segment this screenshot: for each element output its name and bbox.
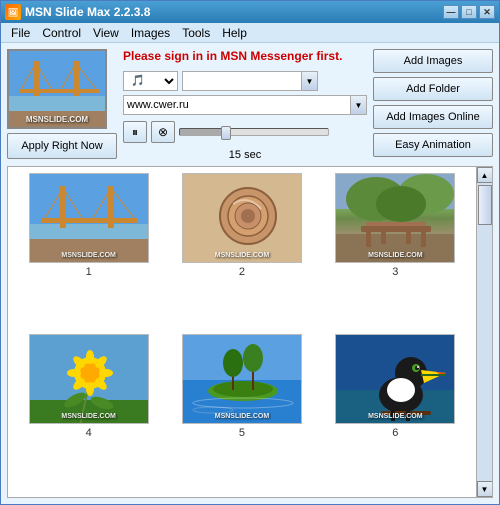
title-controls: — □ ✕ [443, 5, 495, 19]
title-bar-left: 🖼 MSN Slide Max 2.2.3.8 [5, 4, 150, 20]
middle-panel: Please sign in in MSN Messenger first. 🎵… [123, 49, 367, 161]
app-icon: 🖼 [5, 4, 21, 20]
menu-images[interactable]: Images [125, 24, 176, 42]
list-item[interactable]: MSNSLIDE.COM 5 [167, 334, 316, 491]
preview-label: MSNSLIDE.COM [9, 115, 105, 124]
status-dropdown-arrow[interactable]: ▼ [302, 71, 318, 91]
window-title: MSN Slide Max 2.2.3.8 [25, 5, 150, 19]
menu-tools[interactable]: Tools [176, 24, 216, 42]
island-svg [183, 335, 302, 424]
status-input[interactable] [182, 71, 302, 91]
thumb-label-3: MSNSLIDE.COM [336, 252, 454, 259]
main-window: 🖼 MSN Slide Max 2.2.3.8 — □ ✕ File Contr… [0, 0, 500, 505]
image-number-1: 1 [86, 266, 92, 278]
pause-button[interactable]: ⏸ [123, 121, 147, 143]
title-bar: 🖼 MSN Slide Max 2.2.3.8 — □ ✕ [1, 1, 499, 23]
left-panel: MSNSLIDE.COM Apply Right Now [7, 49, 117, 161]
apply-right-now-button[interactable]: Apply Right Now [7, 133, 117, 159]
dandelion-svg [30, 335, 149, 424]
thumbnail-6[interactable]: MSNSLIDE.COM [335, 334, 455, 424]
menu-help[interactable]: Help [216, 24, 253, 42]
image-grid: MSNSLIDE.COM 1 [8, 167, 476, 497]
snail-svg [183, 174, 302, 263]
maximize-button[interactable]: □ [461, 5, 477, 19]
image-number-3: 3 [392, 266, 398, 278]
sign-in-message: Please sign in in MSN Messenger first. [123, 49, 367, 63]
bench-svg [336, 174, 455, 263]
thumb-label-5: MSNSLIDE.COM [183, 413, 301, 420]
thumbnail-5[interactable]: MSNSLIDE.COM [182, 334, 302, 424]
add-images-online-button[interactable]: Add Images Online [373, 105, 493, 129]
add-images-button[interactable]: Add Images [373, 49, 493, 73]
duration-label: 15 sec [123, 149, 367, 161]
image-number-5: 5 [239, 427, 245, 439]
bridge-thumb-svg [30, 174, 149, 263]
scroll-down-button[interactable]: ▼ [477, 481, 493, 497]
duration-slider-track[interactable] [179, 128, 329, 136]
url-dropdown-arrow[interactable]: ▼ [351, 95, 367, 115]
slider-container [179, 128, 329, 136]
menu-view[interactable]: View [87, 24, 125, 42]
add-folder-button[interactable]: Add Folder [373, 77, 493, 101]
menu-control[interactable]: Control [36, 24, 87, 42]
image-number-6: 6 [392, 427, 398, 439]
thumbnail-3[interactable]: MSNSLIDE.COM [335, 173, 455, 263]
url-input[interactable] [123, 95, 351, 115]
scroll-up-button[interactable]: ▲ [477, 167, 493, 183]
thumb-label-1: MSNSLIDE.COM [30, 252, 148, 259]
main-content: MSNSLIDE.COM Apply Right Now Please sign… [1, 43, 499, 504]
toucan-svg [336, 335, 455, 424]
list-item[interactable]: MSNSLIDE.COM 3 [321, 173, 470, 330]
thumbnail-1[interactable]: MSNSLIDE.COM [29, 173, 149, 263]
thumbnail-4[interactable]: MSNSLIDE.COM [29, 334, 149, 424]
duration-slider-thumb[interactable] [221, 126, 231, 140]
list-item[interactable]: MSNSLIDE.COM 1 [14, 173, 163, 330]
image-number-4: 4 [86, 427, 92, 439]
scroll-track[interactable] [477, 183, 492, 481]
close-button[interactable]: ✕ [479, 5, 495, 19]
stop-button[interactable]: ⊗ [151, 121, 175, 143]
scrollbar: ▲ ▼ [476, 167, 492, 497]
url-row: ▼ [123, 95, 367, 115]
easy-animation-button[interactable]: Easy Animation [373, 133, 493, 157]
url-combo: ▼ [123, 95, 367, 115]
minimize-button[interactable]: — [443, 5, 459, 19]
messenger-row: 🎵 ▼ [123, 71, 367, 91]
thumb-label-6: MSNSLIDE.COM [336, 413, 454, 420]
scroll-thumb[interactable] [478, 185, 492, 225]
icon-selector: 🎵 [123, 71, 178, 91]
list-item[interactable]: MSNSLIDE.COM 6 [321, 334, 470, 491]
image-grid-container: MSNSLIDE.COM 1 [7, 166, 493, 498]
menu-file[interactable]: File [5, 24, 36, 42]
thumb-label-2: MSNSLIDE.COM [183, 252, 301, 259]
playback-row: ⏸ ⊗ [123, 121, 367, 143]
status-combo: ▼ [182, 71, 318, 91]
image-number-2: 2 [239, 266, 245, 278]
menu-bar: File Control View Images Tools Help [1, 23, 499, 43]
thumbnail-2[interactable]: MSNSLIDE.COM [182, 173, 302, 263]
list-item[interactable]: MSNSLIDE.COM 4 [14, 334, 163, 491]
thumb-label-4: MSNSLIDE.COM [30, 413, 148, 420]
top-panel: MSNSLIDE.COM Apply Right Now Please sign… [7, 49, 493, 161]
list-item[interactable]: MSNSLIDE.COM 2 [167, 173, 316, 330]
preview-image: MSNSLIDE.COM [7, 49, 107, 129]
icon-dropdown[interactable]: 🎵 [123, 71, 178, 91]
right-buttons: Add Images Add Folder Add Images Online … [373, 49, 493, 161]
